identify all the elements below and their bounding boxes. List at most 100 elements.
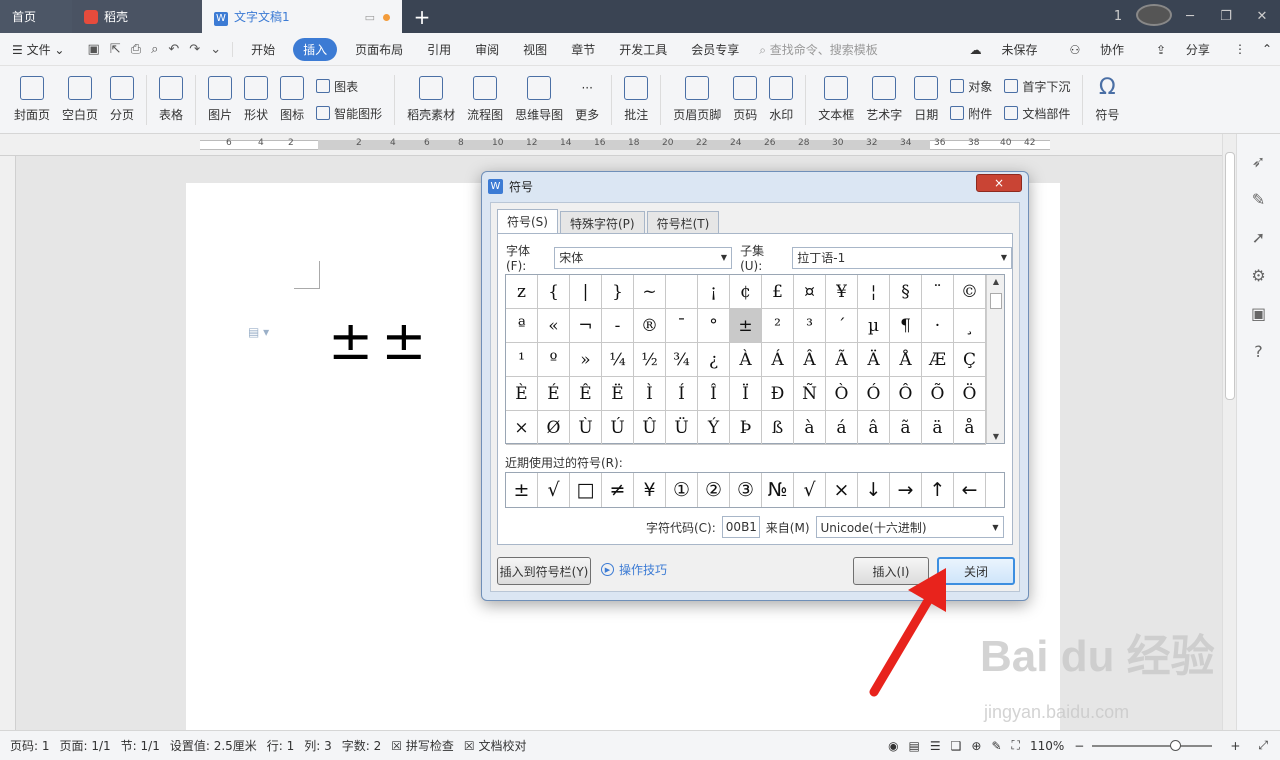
page-view-icon[interactable]: ▤ — [909, 739, 920, 753]
zoom-slider[interactable] — [1092, 739, 1213, 751]
symbol-cell[interactable]: ~ — [634, 275, 666, 309]
recent-symbol-cell[interactable]: ② — [698, 473, 730, 507]
blank-page-button[interactable]: 空白页 — [62, 70, 98, 130]
symbol-cell[interactable]: { — [538, 275, 570, 309]
symbol-cell[interactable]: â — [858, 411, 890, 445]
symbol-cell[interactable]: ® — [634, 309, 666, 343]
smart-graphic-button[interactable]: 智能图形 — [316, 105, 382, 122]
symbol-cell[interactable]: ß — [762, 411, 794, 445]
symbol-cell[interactable]: È — [506, 377, 538, 411]
symbol-cell[interactable]: £ — [762, 275, 794, 309]
page-number-button[interactable]: 页码 — [733, 70, 757, 130]
subset-select[interactable]: 拉丁语-1 ▼ — [792, 246, 1012, 269]
dialog-close-button[interactable]: × — [976, 174, 1022, 192]
restore-button[interactable]: ❐ — [1208, 9, 1244, 24]
symbol-button[interactable]: Ω 符号 — [1095, 70, 1119, 130]
symbol-cell[interactable]: Î — [698, 377, 730, 411]
tab-home[interactable]: 首页 — [0, 0, 72, 33]
chart-button[interactable]: 图表 — [316, 78, 382, 95]
symbol-cell[interactable]: ³ — [794, 309, 826, 343]
more-chevron-icon[interactable]: ⌄ — [210, 42, 221, 57]
symbol-cell[interactable]: Ù — [570, 411, 602, 445]
web-view-icon[interactable]: ⊕ — [971, 739, 981, 753]
tab-symbol-bar[interactable]: 符号栏(T) — [646, 211, 720, 233]
paragraph-menu-icon[interactable]: ▤ ▾ — [248, 325, 269, 339]
symbol-cell[interactable]: ã — [890, 411, 922, 445]
symbol-cell[interactable]: | — [570, 275, 602, 309]
symbol-cell[interactable]: ¿ — [698, 343, 730, 377]
symbol-cell[interactable]: Ë — [602, 377, 634, 411]
recent-symbol-cell[interactable]: → — [890, 473, 922, 507]
tab-symbols[interactable]: 符号(S) — [497, 209, 558, 233]
symbol-cell[interactable]: É — [538, 377, 570, 411]
symbol-cell[interactable]: ½ — [634, 343, 666, 377]
symbol-cell[interactable]: Û — [634, 411, 666, 445]
font-select[interactable]: 宋体 ▼ — [554, 246, 733, 269]
symbol-cell[interactable]: × — [506, 411, 538, 445]
vertical-ruler[interactable] — [0, 156, 16, 730]
collaborate-button[interactable]: ⚇ 协作 — [1061, 41, 1132, 58]
comment-button[interactable]: 批注 — [624, 70, 648, 130]
symbol-cell[interactable]: Ü — [666, 411, 698, 445]
cursor-icon[interactable]: ➚ — [1249, 228, 1269, 248]
symbol-cell[interactable]: Þ — [730, 411, 762, 445]
symbol-cell[interactable]: Ã — [826, 343, 858, 377]
wordart-button[interactable]: 艺术字 — [866, 70, 902, 130]
recent-symbol-cell[interactable]: ↑ — [922, 473, 954, 507]
symbol-cell[interactable]: ¬ — [570, 309, 602, 343]
recent-symbol-cell[interactable]: ≠ — [602, 473, 634, 507]
symbol-cell[interactable]: Ï — [730, 377, 762, 411]
menu-item-insert[interactable]: 插入 — [293, 37, 338, 61]
symbol-cell[interactable]: ¯ — [666, 309, 698, 343]
menu-item-7[interactable]: 开发工具 — [607, 41, 679, 58]
spell-check-button[interactable]: ☒ 拼写检查 — [391, 737, 454, 754]
vertical-scrollbar[interactable] — [1222, 134, 1236, 730]
recent-symbol-cell[interactable]: ↓ — [858, 473, 890, 507]
symbol-cell[interactable]: ä — [922, 411, 954, 445]
symbol-cell[interactable] — [666, 275, 698, 309]
close-window-button[interactable]: ✕ — [1244, 9, 1280, 24]
fullscreen-icon[interactable]: ⤢ — [1258, 738, 1268, 753]
symbol-cell[interactable]: ¼ — [602, 343, 634, 377]
menu-item-5[interactable]: 视图 — [511, 41, 559, 58]
symbol-cell[interactable]: ´ — [826, 309, 858, 343]
symbol-cell[interactable]: Ò — [826, 377, 858, 411]
search-commands[interactable]: ⌕ 查找命令、搜索模板 — [759, 41, 878, 58]
menu-item-4[interactable]: 审阅 — [463, 41, 511, 58]
symbol-cell[interactable]: Ê — [570, 377, 602, 411]
monitor-icon[interactable]: ▭ — [365, 11, 375, 24]
insert-to-bar-button[interactable]: 插入到符号栏(Y) — [497, 557, 591, 585]
char-code-input[interactable]: 00B1 — [721, 516, 760, 538]
user-avatar[interactable] — [1136, 3, 1172, 30]
redo-icon[interactable]: ↷ — [189, 42, 200, 57]
pen-view-icon[interactable]: ✎ — [991, 739, 1001, 753]
symbol-cell[interactable]: º — [538, 343, 570, 377]
zoom-level[interactable]: 110% — [1030, 739, 1064, 753]
symbol-cell[interactable]: ¹ — [506, 343, 538, 377]
doc-proof-button[interactable]: ☒ 文档校对 — [464, 737, 527, 754]
symbol-cell[interactable]: ª — [506, 309, 538, 343]
export-icon[interactable]: ⇱ — [110, 42, 121, 57]
unsaved-button[interactable]: ☁ 未保存 — [962, 41, 1046, 58]
zoom-in-icon[interactable]: + — [1230, 739, 1240, 753]
symbol-cell[interactable]: ¥ — [826, 275, 858, 309]
symbol-cell[interactable]: Â — [794, 343, 826, 377]
page-break-button[interactable]: 分页 — [110, 70, 134, 130]
more-menu-icon[interactable]: ⋮ — [1234, 42, 1246, 56]
symbol-cell[interactable]: ¨ — [922, 275, 954, 309]
more-button[interactable]: ··· 更多 — [575, 70, 599, 130]
symbol-cell[interactable]: ° — [698, 309, 730, 343]
symbol-grid-scrollbar[interactable]: ▲ ▼ — [986, 275, 1004, 443]
symbol-grid-scroll-thumb[interactable] — [990, 293, 1002, 309]
object-button[interactable]: 对象 — [950, 78, 992, 95]
page-indicator-icon[interactable]: 1 — [1100, 9, 1136, 24]
tab-special-chars[interactable]: 特殊字符(P) — [559, 211, 645, 233]
dialog-titlebar[interactable]: W 符号 — [482, 172, 1028, 200]
symbol-cell[interactable]: Ó — [858, 377, 890, 411]
symbol-cell[interactable]: © — [954, 275, 986, 309]
undo-icon[interactable]: ↶ — [168, 42, 179, 57]
rocket-icon[interactable]: ➶ — [1249, 152, 1269, 172]
flowchart-button[interactable]: 流程图 — [467, 70, 503, 130]
date-button[interactable]: 日期 — [914, 70, 938, 130]
symbol-cell[interactable]: Ô — [890, 377, 922, 411]
